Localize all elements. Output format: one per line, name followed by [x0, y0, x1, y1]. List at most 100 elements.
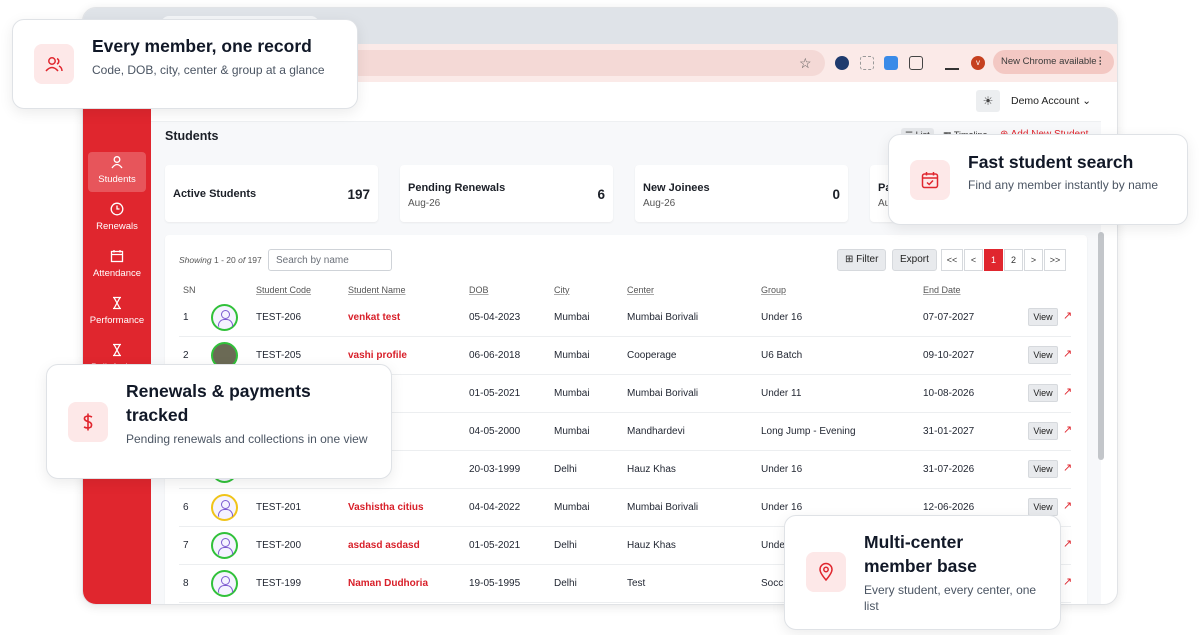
- cell-city: Mumbai: [554, 312, 590, 323]
- showing-label: Showing: [179, 255, 212, 265]
- bookmark-star-icon[interactable]: ☆: [799, 54, 812, 72]
- page-first-button[interactable]: <<: [941, 249, 963, 271]
- cell-group: U6 Batch: [761, 350, 803, 361]
- view-button[interactable]: View: [1028, 346, 1058, 364]
- column-header-dob[interactable]: DOB: [469, 285, 489, 295]
- column-header-city[interactable]: City: [554, 285, 570, 295]
- clock-icon: [88, 202, 146, 220]
- cell-end: 31-07-2026: [923, 464, 975, 475]
- cell-sn: 6: [183, 502, 189, 513]
- page-next-button[interactable]: >: [1024, 249, 1043, 271]
- cell-code: TEST-201: [256, 502, 302, 513]
- address-bar[interactable]: [313, 50, 825, 76]
- showing-of: of: [238, 255, 246, 265]
- search-input[interactable]: [268, 249, 392, 271]
- cell-end: 07-07-2027: [923, 312, 975, 323]
- cell-name[interactable]: vashi profile: [348, 350, 407, 361]
- download-icon[interactable]: [945, 56, 959, 70]
- extension-icon[interactable]: [835, 56, 849, 70]
- view-button[interactable]: View: [1028, 460, 1058, 478]
- sidebar-item-students[interactable]: Students: [88, 152, 146, 192]
- cell-center: Mumbai Borivali: [627, 388, 699, 399]
- cell-city: Mumbai: [554, 350, 590, 361]
- stat-card-active-students: Active Students 197: [165, 165, 378, 222]
- stat-title: New Joinees: [643, 182, 710, 194]
- view-button[interactable]: View: [1028, 384, 1058, 402]
- cell-center: Cooperage: [627, 350, 677, 361]
- external-link-icon[interactable]: ↗: [1063, 309, 1072, 322]
- external-link-icon[interactable]: ↗: [1063, 499, 1072, 512]
- stat-card-pending-renewals[interactable]: Pending Renewals Aug-26 6: [400, 165, 613, 222]
- export-button[interactable]: Export: [892, 249, 937, 271]
- cell-dob: 20-03-1999: [469, 464, 521, 475]
- cell-group: Under 16: [761, 502, 803, 513]
- page-last-button[interactable]: >>: [1044, 249, 1066, 271]
- filter-button[interactable]: ⊞ Filter: [837, 249, 887, 271]
- cell-code: TEST-200: [256, 540, 302, 551]
- cell-end: 12-06-2026: [923, 502, 975, 513]
- page-1-button[interactable]: 1: [984, 249, 1003, 271]
- filter-label: Filter: [856, 254, 879, 265]
- column-header-end-date[interactable]: End Date: [923, 285, 961, 295]
- hourglass-icon: [88, 343, 146, 361]
- stat-title: Active Students: [173, 188, 257, 200]
- column-header-group[interactable]: Group: [761, 285, 786, 295]
- stat-title: Pending Renewals: [408, 182, 506, 194]
- puzzle-icon[interactable]: [909, 56, 923, 70]
- cell-end: 31-01-2027: [923, 426, 975, 437]
- extension-icon[interactable]: [860, 56, 874, 70]
- cell-name[interactable]: asdasd asdasd: [348, 540, 420, 551]
- extension-icon[interactable]: [884, 56, 898, 70]
- table-row[interactable]: 1 TEST-206 venkat test 05-04-2023 Mumbai Mumb…: [179, 299, 1072, 337]
- cell-name[interactable]: venkat test: [348, 312, 400, 323]
- scrollbar[interactable]: [1098, 232, 1104, 460]
- theme-toggle-icon[interactable]: ☀: [976, 90, 1000, 112]
- profile-avatar[interactable]: v: [971, 56, 985, 70]
- cell-center: Mumbai Borivali: [627, 502, 699, 513]
- stat-card-new-joinees[interactable]: New Joinees Aug-26 0: [635, 165, 848, 222]
- cell-sn: 8: [183, 578, 189, 589]
- external-link-icon[interactable]: ↗: [1063, 461, 1072, 474]
- callout-title: Fast student search: [968, 152, 1134, 172]
- cell-dob: 01-05-2021: [469, 388, 521, 399]
- stat-value: 6: [597, 187, 605, 202]
- cell-group: Socc: [761, 578, 784, 589]
- column-header-center[interactable]: Center: [627, 285, 654, 295]
- external-link-icon[interactable]: ↗: [1063, 347, 1072, 360]
- view-button[interactable]: View: [1028, 422, 1058, 440]
- column-header-student-name[interactable]: Student Name: [348, 285, 406, 295]
- more-menu-icon[interactable]: ⋮: [1096, 50, 1106, 74]
- external-link-icon[interactable]: ↗: [1063, 423, 1072, 436]
- callout-title-line-1: Renewals & payments: [126, 381, 311, 401]
- cell-city: Mumbai: [554, 502, 590, 513]
- sidebar-item-performance[interactable]: Performance: [88, 293, 146, 333]
- sidebar: Students Renewals Attendance Performance: [83, 62, 151, 604]
- cell-sn: 2: [183, 350, 189, 361]
- callout-subtitle: Code, DOB, city, center & group at a gla…: [92, 63, 325, 77]
- chrome-update-button[interactable]: New Chrome available ⋮: [993, 50, 1114, 74]
- cell-city: Mumbai: [554, 426, 590, 437]
- external-link-icon[interactable]: ↗: [1063, 537, 1072, 550]
- account-menu[interactable]: Demo Account ⌄: [1011, 95, 1091, 107]
- callout-title-line-1: Multi-center: [864, 532, 964, 552]
- callout-subtitle: Pending renewals and collections in one …: [126, 432, 368, 446]
- sidebar-item-renewals[interactable]: Renewals: [88, 199, 146, 239]
- cell-name[interactable]: Vashistha citius: [348, 502, 424, 513]
- column-header-student-code[interactable]: Student Code: [256, 285, 311, 295]
- sidebar-item-attendance[interactable]: Attendance: [88, 246, 146, 286]
- calendar-check-icon: [910, 160, 950, 200]
- page-2-button[interactable]: 2: [1004, 249, 1023, 271]
- view-button[interactable]: View: [1028, 308, 1058, 326]
- avatar: [211, 304, 238, 331]
- dollar-icon: [68, 402, 108, 442]
- view-button[interactable]: View: [1028, 498, 1058, 516]
- users-icon: [34, 44, 74, 84]
- callout-subtitle-line-1: Every student, every center, one: [864, 583, 1037, 597]
- external-link-icon[interactable]: ↗: [1063, 385, 1072, 398]
- stat-value: 197: [347, 187, 370, 202]
- page-prev-button[interactable]: <: [964, 249, 983, 271]
- filter-grid-icon: ⊞: [845, 254, 854, 265]
- cell-name[interactable]: Naman Dudhoria: [348, 578, 428, 589]
- cell-dob: 06-06-2018: [469, 350, 521, 361]
- external-link-icon[interactable]: ↗: [1063, 575, 1072, 588]
